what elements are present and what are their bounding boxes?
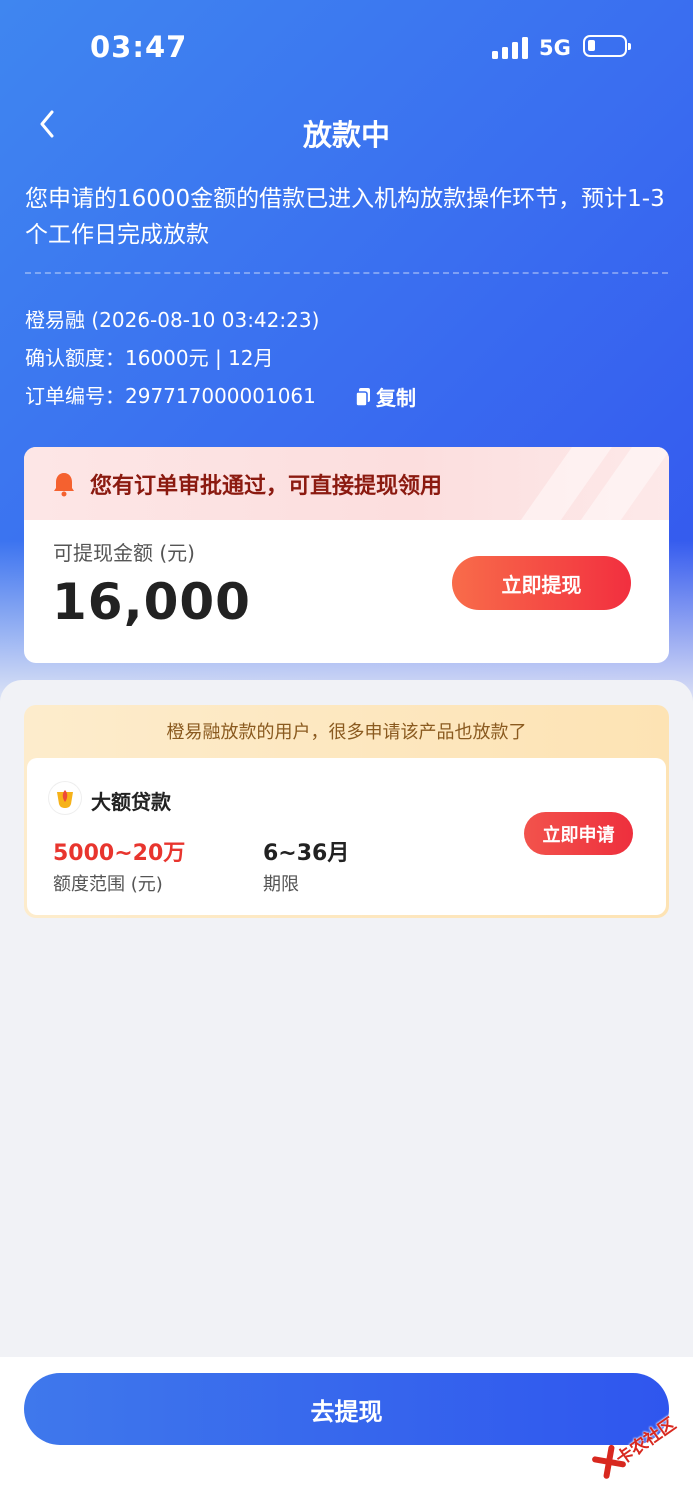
confirm-label: 确认额度： [25, 346, 125, 370]
status-time: 03:47 [90, 30, 188, 64]
product-card[interactable]: 大额贷款 5000~20万 额度范围 (元) 6~36月 期限 立即申请 [27, 758, 666, 915]
copy-button[interactable]: 复制 [354, 382, 416, 411]
product-logo [49, 782, 81, 814]
signal-icon [492, 37, 528, 59]
withdraw-now-button[interactable]: 立即提现 [452, 556, 631, 610]
withdraw-amount-label: 可提现金额 (元) [53, 541, 195, 565]
amount-range-value: 5000~20万 [53, 841, 186, 866]
term-label: 期限 [263, 874, 299, 895]
go-withdraw-button[interactable]: 去提现 [24, 1373, 669, 1445]
battery-icon [583, 35, 631, 57]
approval-notice-text: 您有订单审批通过，可直接提现领用 [90, 474, 443, 499]
status-bar: 03:47 5G [0, 0, 693, 95]
order-value: 297717000001061 [125, 384, 316, 408]
recommendation-header: 橙易融放款的用户，很多申请该产品也放款了 [166, 722, 527, 743]
withdraw-amount: 16,000 [52, 573, 251, 631]
confirm-amount: 确认额度：16000元 | 12月 [25, 344, 274, 372]
network-type: 5G [539, 36, 571, 60]
watermark-text: 卡农社区 [612, 1414, 680, 1470]
copy-label: 复制 [376, 386, 416, 410]
approval-notice: 您有订单审批通过，可直接提现领用 [24, 447, 669, 547]
confirm-value: 16000元 | 12月 [125, 346, 274, 370]
amount-range-label: 额度范围 (元) [53, 874, 163, 895]
product-name: 大额贷款 [91, 790, 171, 814]
order-number: 订单编号：297717000001061 [25, 382, 316, 410]
withdraw-card: 您有订单审批通过，可直接提现领用 可提现金额 (元) 16,000 立即提现 [24, 447, 669, 663]
term-value: 6~36月 [263, 841, 350, 866]
status-message: 您申请的16000金额的借款已进入机构放款操作环节，预计1-3个工作日完成放款 [25, 186, 665, 248]
page-title: 放款中 [302, 118, 390, 152]
lender-line: 橙易融 (2026-08-10 03:42:23) [25, 308, 320, 332]
dashed-divider [25, 272, 668, 274]
apply-now-button[interactable]: 立即申请 [524, 812, 633, 855]
recommendation-card: 橙易融放款的用户，很多申请该产品也放款了 大额贷款 5000~20万 额度范围 … [24, 705, 669, 918]
copy-icon [354, 387, 372, 407]
bell-icon [52, 471, 76, 497]
order-label: 订单编号： [25, 384, 125, 408]
